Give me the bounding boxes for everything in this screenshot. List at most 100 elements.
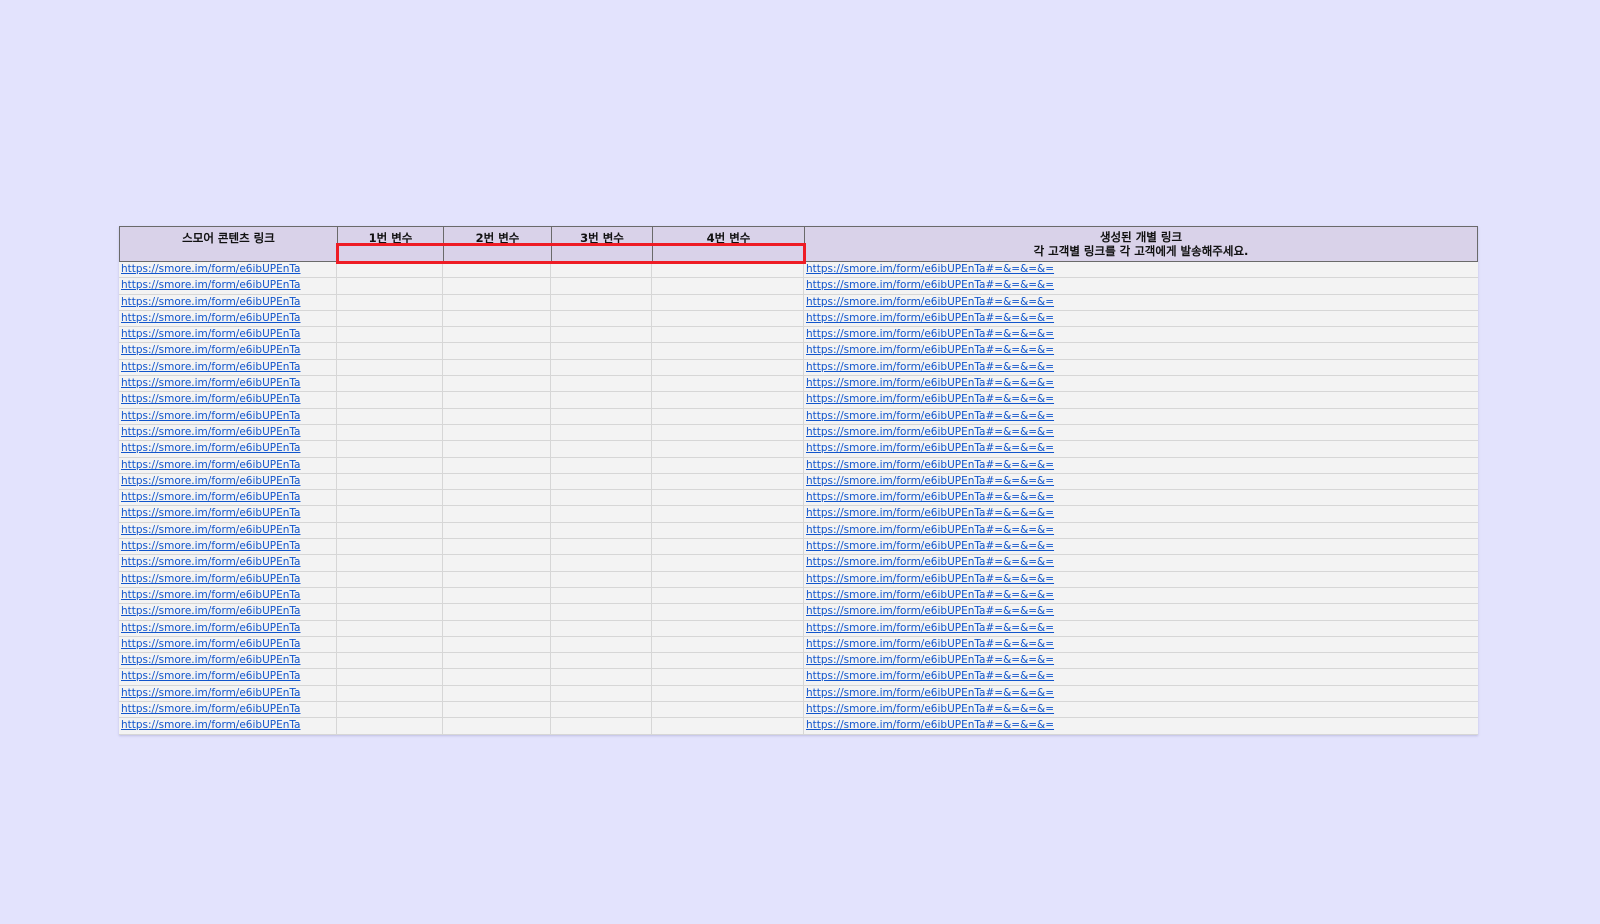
cell-var3[interactable] xyxy=(551,278,652,294)
cell-generated-link-link[interactable]: https://smore.im/form/e6ibUPEnTa#=&=&=&= xyxy=(806,328,1054,340)
cell-content-link-link[interactable]: https://smore.im/form/e6ibUPEnTa xyxy=(121,426,300,438)
cell-generated-link[interactable]: https://smore.im/form/e6ibUPEnTa#=&=&=&= xyxy=(804,458,1478,473)
cell-var3[interactable] xyxy=(551,522,652,539)
cell-content-link-link[interactable]: https://smore.im/form/e6ibUPEnTa xyxy=(121,361,300,373)
cell-var4[interactable] xyxy=(652,539,804,555)
cell-content-link-link[interactable]: https://smore.im/form/e6ibUPEnTa xyxy=(121,279,300,291)
cell-generated-link-link[interactable]: https://smore.im/form/e6ibUPEnTa#=&=&=&= xyxy=(806,361,1054,373)
cell-var4[interactable] xyxy=(652,555,804,571)
cell-content-link-link[interactable]: https://smore.im/form/e6ibUPEnTa xyxy=(121,491,300,503)
cell-content-link[interactable]: https://smore.im/form/e6ibUPEnTa xyxy=(119,473,337,490)
cell-var4[interactable] xyxy=(652,587,804,604)
cell-generated-link-link[interactable]: https://smore.im/form/e6ibUPEnTa#=&=&=&= xyxy=(806,296,1054,308)
cell-var2[interactable] xyxy=(443,653,551,669)
cell-var2[interactable] xyxy=(443,473,551,490)
cell-var2[interactable] xyxy=(443,457,551,473)
cell-var1[interactable] xyxy=(337,408,443,424)
cell-generated-link-link[interactable]: https://smore.im/form/e6ibUPEnTa#=&=&=&= xyxy=(806,703,1054,715)
cell-var1[interactable] xyxy=(337,506,443,522)
cell-generated-link[interactable]: https://smore.im/form/e6ibUPEnTa#=&=&=&= xyxy=(804,686,1478,701)
cell-var1[interactable] xyxy=(337,702,443,718)
cell-generated-link[interactable]: https://smore.im/form/e6ibUPEnTa#=&=&=&= xyxy=(804,669,1478,684)
cell-var2[interactable] xyxy=(443,555,551,571)
cell-var4[interactable] xyxy=(652,604,804,620)
cell-var1[interactable] xyxy=(337,539,443,555)
header-var2[interactable]: 2번 변수 xyxy=(444,227,552,261)
cell-var2[interactable] xyxy=(443,571,551,587)
cell-generated-link[interactable]: https://smore.im/form/e6ibUPEnTa#=&=&=&= xyxy=(804,409,1478,424)
cell-generated-link-link[interactable]: https://smore.im/form/e6ibUPEnTa#=&=&=&= xyxy=(806,312,1054,324)
cell-generated-link[interactable]: https://smore.im/form/e6ibUPEnTa#=&=&=&= xyxy=(804,539,1478,554)
cell-var2[interactable] xyxy=(443,718,551,734)
cell-var2[interactable] xyxy=(443,359,551,376)
cell-var1[interactable] xyxy=(337,571,443,587)
cell-generated-link[interactable]: https://smore.im/form/e6ibUPEnTa#=&=&=&= xyxy=(804,295,1478,310)
header-var1[interactable]: 1번 변수 xyxy=(338,227,444,261)
cell-generated-link-link[interactable]: https://smore.im/form/e6ibUPEnTa#=&=&=&= xyxy=(806,719,1054,731)
cell-var3[interactable] xyxy=(551,392,652,408)
cell-generated-link[interactable]: https://smore.im/form/e6ibUPEnTa#=&=&=&= xyxy=(804,262,1478,277)
cell-var1[interactable] xyxy=(337,620,443,636)
header-var4[interactable]: 4번 변수 xyxy=(653,227,805,261)
cell-generated-link[interactable]: https://smore.im/form/e6ibUPEnTa#=&=&=&= xyxy=(804,311,1478,326)
cell-var3[interactable] xyxy=(551,555,652,571)
cell-var2[interactable] xyxy=(443,294,551,310)
cell-var1[interactable] xyxy=(337,587,443,604)
cell-var1[interactable] xyxy=(337,669,443,685)
cell-var2[interactable] xyxy=(443,343,551,359)
cell-content-link-link[interactable]: https://smore.im/form/e6ibUPEnTa xyxy=(121,605,300,617)
cell-var2[interactable] xyxy=(443,424,551,441)
cell-generated-link-link[interactable]: https://smore.im/form/e6ibUPEnTa#=&=&=&= xyxy=(806,442,1054,454)
cell-generated-link-link[interactable]: https://smore.im/form/e6ibUPEnTa#=&=&=&= xyxy=(806,654,1054,666)
cell-generated-link-link[interactable]: https://smore.im/form/e6ibUPEnTa#=&=&=&= xyxy=(806,622,1054,634)
cell-var3[interactable] xyxy=(551,539,652,555)
cell-content-link[interactable]: https://smore.im/form/e6ibUPEnTa xyxy=(119,490,337,506)
cell-content-link-link[interactable]: https://smore.im/form/e6ibUPEnTa xyxy=(121,507,300,519)
cell-generated-link[interactable]: https://smore.im/form/e6ibUPEnTa#=&=&=&= xyxy=(804,621,1478,636)
cell-var3[interactable] xyxy=(551,685,652,702)
cell-var4[interactable] xyxy=(652,506,804,522)
cell-content-link[interactable]: https://smore.im/form/e6ibUPEnTa xyxy=(119,392,337,408)
cell-content-link[interactable]: https://smore.im/form/e6ibUPEnTa xyxy=(119,424,337,441)
cell-var2[interactable] xyxy=(443,408,551,424)
cell-var3[interactable] xyxy=(551,620,652,636)
cell-var4[interactable] xyxy=(652,294,804,310)
cell-var4[interactable] xyxy=(652,359,804,376)
cell-var1[interactable] xyxy=(337,636,443,653)
cell-var3[interactable] xyxy=(551,490,652,506)
cell-content-link-link[interactable]: https://smore.im/form/e6ibUPEnTa xyxy=(121,573,300,585)
cell-generated-link[interactable]: https://smore.im/form/e6ibUPEnTa#=&=&=&= xyxy=(804,572,1478,587)
cell-content-link-link[interactable]: https://smore.im/form/e6ibUPEnTa xyxy=(121,475,300,487)
cell-content-link[interactable]: https://smore.im/form/e6ibUPEnTa xyxy=(119,636,337,653)
cell-var4[interactable] xyxy=(652,457,804,473)
cell-content-link-link[interactable]: https://smore.im/form/e6ibUPEnTa xyxy=(121,410,300,422)
cell-generated-link-link[interactable]: https://smore.im/form/e6ibUPEnTa#=&=&=&= xyxy=(806,344,1054,356)
cell-var2[interactable] xyxy=(443,522,551,539)
cell-content-link-link[interactable]: https://smore.im/form/e6ibUPEnTa xyxy=(121,442,300,454)
cell-content-link[interactable]: https://smore.im/form/e6ibUPEnTa xyxy=(119,278,337,294)
cell-content-link-link[interactable]: https://smore.im/form/e6ibUPEnTa xyxy=(121,638,300,650)
cell-var3[interactable] xyxy=(551,669,652,685)
cell-var3[interactable] xyxy=(551,262,652,278)
cell-var1[interactable] xyxy=(337,392,443,408)
cell-var4[interactable] xyxy=(652,392,804,408)
cell-var4[interactable] xyxy=(652,702,804,718)
cell-var1[interactable] xyxy=(337,473,443,490)
cell-content-link[interactable]: https://smore.im/form/e6ibUPEnTa xyxy=(119,327,337,343)
cell-generated-link[interactable]: https://smore.im/form/e6ibUPEnTa#=&=&=&= xyxy=(804,702,1478,717)
cell-var3[interactable] xyxy=(551,376,652,392)
cell-content-link[interactable]: https://smore.im/form/e6ibUPEnTa xyxy=(119,539,337,555)
cell-content-link-link[interactable]: https://smore.im/form/e6ibUPEnTa xyxy=(121,296,300,308)
cell-content-link[interactable]: https://smore.im/form/e6ibUPEnTa xyxy=(119,457,337,473)
cell-var1[interactable] xyxy=(337,653,443,669)
cell-content-link-link[interactable]: https://smore.im/form/e6ibUPEnTa xyxy=(121,719,300,731)
cell-generated-link[interactable]: https://smore.im/form/e6ibUPEnTa#=&=&=&= xyxy=(804,343,1478,358)
cell-generated-link[interactable]: https://smore.im/form/e6ibUPEnTa#=&=&=&= xyxy=(804,278,1478,293)
cell-var2[interactable] xyxy=(443,636,551,653)
cell-content-link[interactable]: https://smore.im/form/e6ibUPEnTa xyxy=(119,343,337,359)
header-var3[interactable]: 3번 변수 xyxy=(552,227,653,261)
cell-var1[interactable] xyxy=(337,327,443,343)
cell-generated-link-link[interactable]: https://smore.im/form/e6ibUPEnTa#=&=&=&= xyxy=(806,556,1054,568)
cell-generated-link-link[interactable]: https://smore.im/form/e6ibUPEnTa#=&=&=&= xyxy=(806,524,1054,536)
cell-var4[interactable] xyxy=(652,424,804,441)
